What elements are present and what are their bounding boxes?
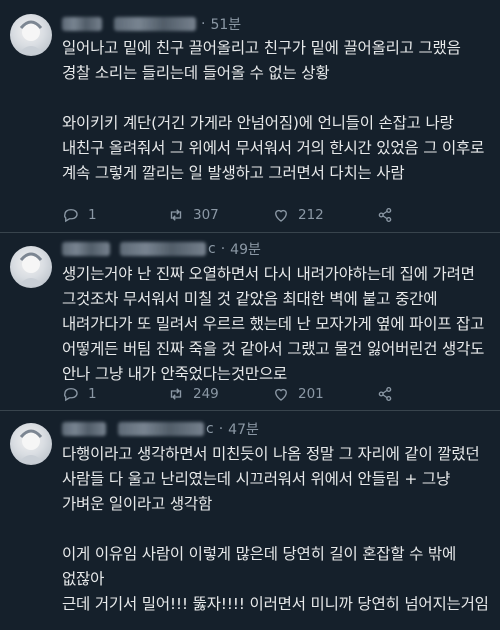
like-count: 201 <box>298 386 324 402</box>
tweet-2[interactable]: c · 49분 생기는거야 난 진짜 오열하면서 다시 내려가야하는데 집에 가… <box>0 233 500 409</box>
retweet-count: 307 <box>193 207 219 223</box>
separator: · <box>220 241 226 257</box>
separator: · <box>201 16 206 32</box>
retweet-icon <box>170 388 182 400</box>
tweet-text: 일어나고 밑에 친구 끌어올리고 친구가 밑에 끌어올리고 그랬음 경찰 소리는… <box>62 39 485 182</box>
user-name-blurred[interactable] <box>62 242 110 256</box>
retweet-button[interactable]: 249 <box>167 385 272 403</box>
tweet-header: c · 47분 <box>62 419 259 439</box>
avatar-illustration-icon <box>18 20 44 54</box>
user-handle-blurred[interactable] <box>118 422 204 436</box>
tweet-text: 다행이라고 생각하면서 미친듯이 나옴 정말 그 자리에 같이 깔렸던 사람들 … <box>62 445 489 613</box>
tweet-1[interactable]: · 51분 일어나고 밑에 친구 끌어올리고 친구가 밑에 끌어올리고 그랬음 … <box>0 0 500 230</box>
share-icon <box>378 386 392 402</box>
user-handle-blurred[interactable] <box>120 242 206 256</box>
like-count: 212 <box>298 207 324 223</box>
retweet-count: 249 <box>193 386 219 402</box>
retweet-icon <box>170 209 182 221</box>
avatar-illustration-icon <box>18 252 44 286</box>
share-button[interactable] <box>376 206 402 224</box>
tweet-header: · 51분 <box>62 14 241 34</box>
share-icon <box>378 207 392 223</box>
share-button[interactable] <box>376 385 402 403</box>
user-name-blurred[interactable] <box>62 422 106 436</box>
reply-icon <box>64 388 78 402</box>
like-button[interactable]: 212 <box>272 206 376 224</box>
user-handle-blurred[interactable] <box>114 17 196 31</box>
tweet-3[interactable]: c · 47분 다행이라고 생각하면서 미친듯이 나옴 정말 그 자리에 같이 … <box>0 411 500 630</box>
tweet-actions: 1 307 212 <box>62 204 422 226</box>
separator: · <box>218 421 224 437</box>
tweet-feed: · 51분 일어나고 밑에 친구 끌어올리고 친구가 밑에 끌어올리고 그랬음 … <box>0 0 500 630</box>
user-handle-tail[interactable]: c <box>206 421 214 437</box>
avatar[interactable] <box>10 423 52 465</box>
timestamp[interactable]: 51분 <box>210 14 241 34</box>
avatar[interactable] <box>10 246 52 288</box>
tweet-actions: 1 249 201 <box>62 383 422 405</box>
tweet-header: c · 49분 <box>62 239 261 259</box>
reply-count: 1 <box>88 207 97 223</box>
timestamp[interactable]: 47분 <box>228 419 259 439</box>
user-name-blurred[interactable] <box>62 17 102 31</box>
reply-button[interactable]: 1 <box>62 206 167 224</box>
like-icon <box>275 388 287 401</box>
avatar-illustration-icon <box>18 429 44 463</box>
user-handle-tail[interactable]: c <box>208 241 216 257</box>
reply-icon <box>64 209 78 223</box>
like-icon <box>275 209 287 222</box>
reply-button[interactable]: 1 <box>62 385 167 403</box>
like-button[interactable]: 201 <box>272 385 376 403</box>
timestamp[interactable]: 49분 <box>230 239 261 259</box>
avatar[interactable] <box>10 14 52 56</box>
retweet-button[interactable]: 307 <box>167 206 272 224</box>
reply-count: 1 <box>88 386 97 402</box>
tweet-text: 생기는거야 난 진짜 오열하면서 다시 내려가야하는데 집에 가려면 그것조차 … <box>62 265 489 383</box>
